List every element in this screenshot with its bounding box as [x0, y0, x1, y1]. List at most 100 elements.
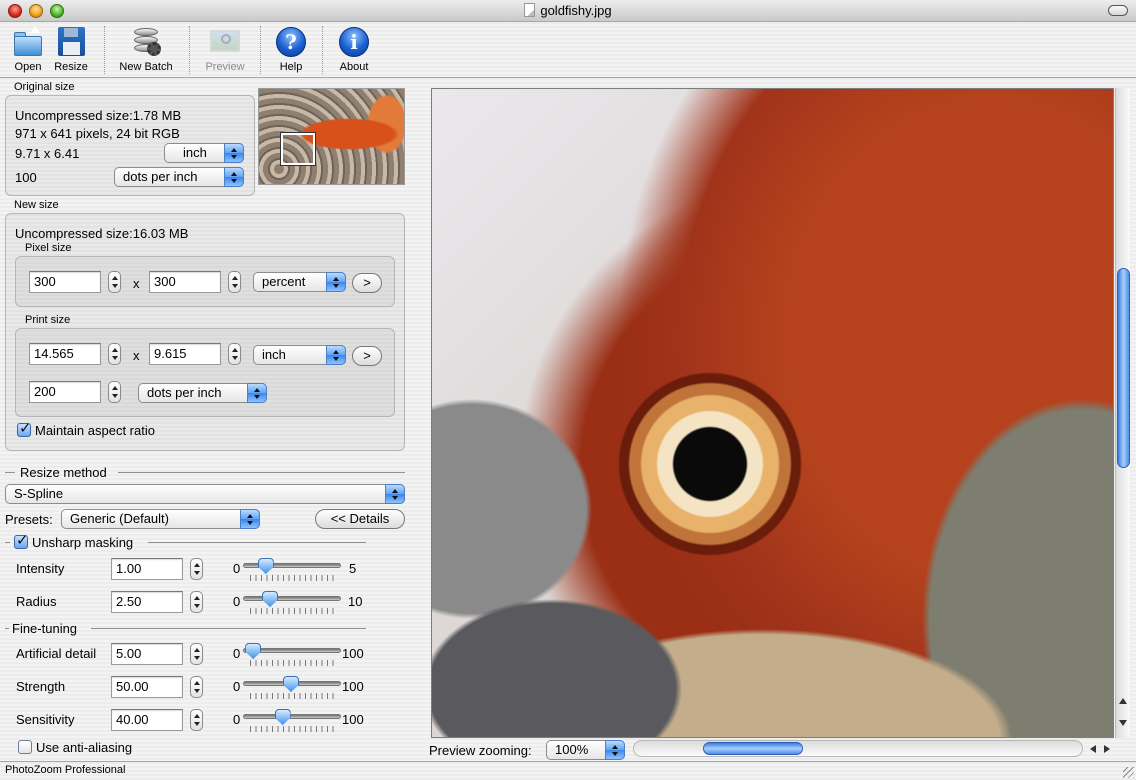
pixel-unit-value: percent [262, 274, 306, 289]
strength-stepper[interactable] [190, 676, 203, 698]
print-resolution-unit-value: dots per inch [147, 385, 222, 400]
title-bar: goldfishy.jpg [0, 0, 1136, 22]
resize-method-select[interactable]: S-Spline [5, 484, 405, 504]
intensity-stepper[interactable] [190, 558, 203, 580]
maintain-aspect-label: Maintain aspect ratio [35, 423, 155, 438]
unsharp-masking-label: Unsharp masking [32, 535, 134, 550]
toolbar-separator [189, 26, 190, 74]
intensity-slider-track[interactable] [243, 563, 341, 568]
popup-arrows-icon [224, 143, 244, 163]
radius-max-label: 10 [348, 594, 363, 609]
preview-zoom-label: Preview zooming: [429, 743, 532, 758]
toolbar-separator [104, 26, 105, 74]
strength-min-label: 0 [233, 679, 241, 694]
print-width-input[interactable]: 14.565 [29, 343, 101, 365]
new-uncompressed-size: Uncompressed size:16.03 MB [15, 226, 189, 241]
sensitivity-input[interactable]: 40.00 [111, 709, 183, 731]
scroll-left-arrow-icon[interactable] [1090, 745, 1096, 753]
intensity-min-label: 0 [233, 561, 241, 576]
scroll-down-arrow-icon[interactable] [1119, 720, 1127, 726]
preview-zoom-select[interactable]: 100% [546, 740, 625, 760]
popup-arrows-icon [326, 345, 346, 365]
original-resolution-unit-select[interactable]: dots per inch [114, 167, 244, 187]
print-unit-select[interactable]: inch [253, 345, 346, 365]
help-button[interactable]: ? Help [274, 26, 308, 73]
print-size-separator: x [133, 348, 140, 363]
print-resolution-input[interactable]: 200 [29, 381, 101, 403]
print-height-input[interactable]: 9.615 [149, 343, 221, 365]
pixel-height-stepper[interactable] [228, 271, 241, 293]
artificial-detail-label: Artificial detail [16, 646, 97, 661]
preview-image[interactable] [431, 88, 1114, 738]
new-batch-button[interactable]: New Batch [116, 26, 176, 73]
print-size-label: Print size [25, 314, 71, 326]
details-button[interactable]: << Details [315, 509, 405, 529]
anti-aliasing-checkbox[interactable] [18, 740, 32, 754]
print-unit-value: inch [262, 347, 286, 362]
print-size-apply-button[interactable]: > [352, 346, 382, 366]
scroll-up-arrow-icon[interactable] [1119, 698, 1127, 704]
popup-arrows-icon [247, 383, 267, 403]
radius-slider-track[interactable] [243, 596, 341, 601]
pixel-unit-select[interactable]: percent [253, 272, 346, 292]
print-resolution-stepper[interactable] [108, 381, 121, 403]
separator-line [118, 472, 405, 473]
pixel-size-label: Pixel size [25, 242, 72, 254]
resize-grip-icon[interactable] [1123, 767, 1134, 778]
popup-arrows-icon [224, 167, 244, 187]
window-title: goldfishy.jpg [0, 3, 1136, 18]
popup-arrows-icon [385, 484, 405, 504]
presets-label: Presets: [5, 512, 53, 527]
maintain-aspect-checkbox[interactable] [17, 419, 32, 437]
artificial-detail-stepper[interactable] [190, 643, 203, 665]
pixel-width-input[interactable]: 300 [29, 271, 101, 293]
print-width-stepper[interactable] [108, 343, 121, 365]
vertical-scroll-thumb[interactable] [1117, 268, 1130, 468]
navigator-thumbnail[interactable] [258, 88, 405, 185]
new-size-label: New size [14, 199, 59, 211]
print-resolution-unit-select[interactable]: dots per inch [138, 383, 267, 403]
horizontal-scrollbar[interactable] [633, 740, 1083, 757]
intensity-slider-thumb[interactable] [257, 558, 274, 574]
preview-button[interactable]: Preview [202, 26, 248, 73]
radius-label: Radius [16, 594, 57, 609]
about-button[interactable]: i About [336, 26, 372, 73]
pixel-width-stepper[interactable] [108, 271, 121, 293]
status-bar: PhotoZoom Professional [0, 761, 1136, 780]
new-batch-button-label: New Batch [119, 61, 173, 73]
artificial-detail-slider-thumb[interactable] [245, 643, 262, 659]
scroll-right-arrow-icon[interactable] [1104, 745, 1110, 753]
original-size-label: Original size [14, 81, 75, 93]
help-question-icon: ? [275, 26, 307, 58]
radius-input[interactable]: 2.50 [111, 591, 183, 613]
fine-tuning-label: Fine-tuning [12, 621, 78, 636]
unsharp-masking-checkbox[interactable] [14, 531, 29, 549]
intensity-label: Intensity [16, 561, 65, 576]
resize-method-label: Resize method [20, 465, 107, 480]
open-folder-icon [12, 26, 44, 58]
horizontal-scroll-thumb[interactable] [703, 742, 803, 755]
original-unit-value: inch [183, 145, 207, 160]
radius-slider-thumb[interactable] [262, 591, 278, 607]
sensitivity-slider-ticks [250, 726, 334, 732]
original-unit-select[interactable]: inch [164, 143, 244, 163]
resize-button[interactable]: Resize [52, 26, 90, 73]
artificial-detail-input[interactable]: 5.00 [111, 643, 183, 665]
pixel-size-apply-button[interactable]: > [352, 273, 382, 293]
sensitivity-slider-track[interactable] [243, 714, 341, 719]
vertical-scrollbar[interactable] [1115, 88, 1130, 738]
strength-input[interactable]: 50.00 [111, 676, 183, 698]
sensitivity-slider-thumb[interactable] [274, 709, 291, 725]
sensitivity-min-label: 0 [233, 712, 241, 727]
intensity-input[interactable]: 1.00 [111, 558, 183, 580]
toolbar-toggle-button[interactable] [1108, 5, 1128, 16]
open-button[interactable]: Open [10, 26, 46, 73]
navigator-selection-rect[interactable] [280, 132, 316, 166]
sensitivity-stepper[interactable] [190, 709, 203, 731]
pixel-height-input[interactable]: 300 [149, 271, 221, 293]
presets-select[interactable]: Generic (Default) [61, 509, 260, 529]
print-height-stepper[interactable] [228, 343, 241, 365]
strength-slider-thumb[interactable] [283, 676, 299, 692]
floppy-disk-icon [55, 26, 87, 58]
radius-stepper[interactable] [190, 591, 203, 613]
